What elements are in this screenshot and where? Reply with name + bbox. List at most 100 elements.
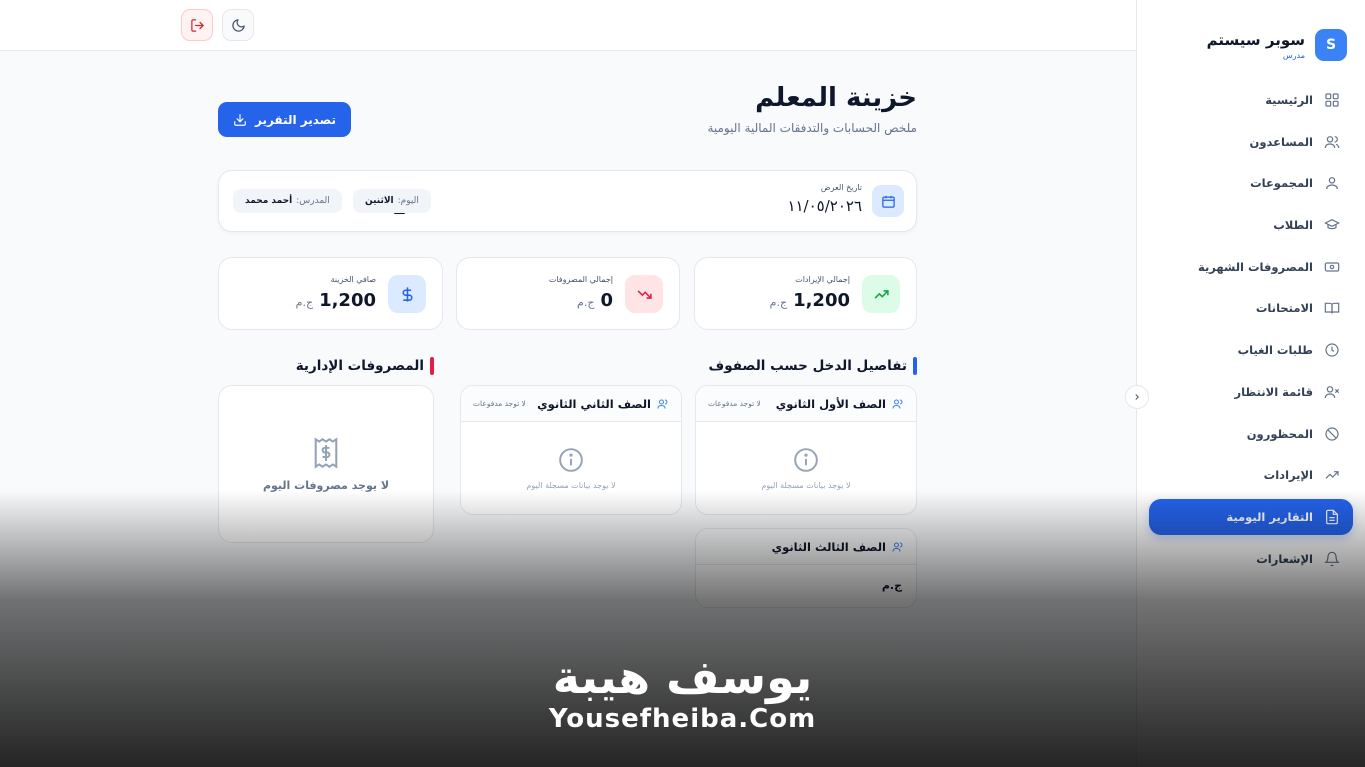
sidebar-item-label: المصروفات الشهرية xyxy=(1197,259,1313,274)
stat-currency: ج.م xyxy=(577,296,595,309)
date-input[interactable]: ١١/٠٥/٢٠٢٦ xyxy=(787,197,862,215)
group-total-currency: ج.م xyxy=(881,579,902,592)
stat-label: إجمالي المصروفات xyxy=(548,275,613,284)
trending-up-icon xyxy=(1323,466,1341,484)
user-x-icon xyxy=(1323,383,1341,401)
trending-up-icon xyxy=(862,275,900,313)
teacher-label: المدرس: xyxy=(296,196,330,206)
graduation-cap-icon xyxy=(1323,216,1341,234)
teacher-chip: المدرس: أحمد محمد xyxy=(233,189,342,213)
brand-name: سوبر سيستم xyxy=(1206,30,1305,49)
logout-button[interactable] xyxy=(181,9,213,41)
sidebar-item-label: الإيرادات xyxy=(1263,468,1313,483)
grid-icon xyxy=(1323,91,1341,109)
trending-down-icon xyxy=(625,275,663,313)
export-report-button[interactable]: تصدير التقرير xyxy=(218,102,351,137)
day-label: اليوم: xyxy=(397,196,419,206)
day-value: الاثنين xyxy=(365,196,394,206)
day-chip: اليوم: الاثنين xyxy=(353,189,431,213)
sidebar-item-banned[interactable]: المحظورون xyxy=(1149,416,1353,452)
teacher-value: أحمد محمد xyxy=(245,196,293,206)
sidebar-item-label: الطلاب xyxy=(1273,218,1313,233)
dollar-icon xyxy=(388,275,426,313)
brand: S سوبر سيستم مدرس xyxy=(1137,0,1365,72)
page-subtitle: ملخص الحسابات والتدفقات المالية اليومية xyxy=(707,121,917,135)
stat-currency: ج.م xyxy=(295,296,314,309)
sidebar-item-home[interactable]: الرئيسية xyxy=(1149,82,1353,118)
empty-message: لا يوجد بيانات مسجلة اليوم xyxy=(761,480,851,490)
group-name: الصف الأول الثانوي xyxy=(775,396,886,411)
stat-currency: ج.م xyxy=(769,296,788,309)
stat-value: 1,200 xyxy=(319,290,376,311)
chevron-right-icon xyxy=(1135,394,1139,400)
users-icon xyxy=(892,541,904,553)
book-open-icon xyxy=(1323,299,1341,317)
sidebar-item-assistants[interactable]: المساعدون xyxy=(1149,124,1353,160)
group-status: لا توجد مدفوعات xyxy=(473,399,526,408)
sidebar-item-label: طلبات الغياب xyxy=(1237,343,1313,358)
brand-logo: S xyxy=(1315,29,1347,61)
clock-icon xyxy=(1323,341,1341,359)
income-section-title: تفاصيل الدخل حسب الصفوف xyxy=(709,357,917,375)
info-icon xyxy=(794,447,818,472)
logout-icon xyxy=(190,18,204,32)
expenses-empty-card: لا يوجد مصروفات اليوم xyxy=(218,385,434,543)
sidebar-item-label: التقارير اليومية xyxy=(1226,509,1313,524)
bell-icon xyxy=(1323,550,1341,568)
sidebar-nav: الرئيسية المساعدون المجموعات الطلاب المص… xyxy=(1137,82,1365,577)
stat-label: إجمالي الإيرادات xyxy=(795,275,850,284)
stat-total-revenue: إجمالي الإيرادات 1,200 ج.م xyxy=(694,257,917,330)
sidebar-item-groups[interactable]: المجموعات xyxy=(1149,165,1353,201)
watermark-english: Yousefheiba.Com xyxy=(548,704,817,734)
calendar-icon xyxy=(872,185,904,217)
sidebar-collapse-button[interactable] xyxy=(1125,385,1149,409)
stats-row: إجمالي الإيرادات 1,200 ج.م إجمالي المصروف… xyxy=(218,257,917,330)
empty-message: لا يوجد بيانات مسجلة اليوم xyxy=(526,480,616,490)
stat-value: 0 xyxy=(600,290,613,311)
ban-icon xyxy=(1323,425,1341,443)
moon-icon xyxy=(231,18,245,32)
sidebar-item-label: المساعدون xyxy=(1249,134,1313,149)
group-card-second-secondary: الصف الثاني الثانوي لا توجد مدفوعات لا ي… xyxy=(460,385,682,515)
sidebar-item-daily-reports[interactable]: التقارير اليومية xyxy=(1149,498,1353,535)
stat-net-treasury: صافي الخزينة 1,200 ج.م xyxy=(218,257,443,330)
info-icon xyxy=(559,447,583,472)
top-bar xyxy=(0,0,1136,51)
watermark-arabic: يوسف هيبة xyxy=(552,650,813,704)
sidebar-item-label: المجموعات xyxy=(1250,176,1313,191)
download-icon xyxy=(234,113,246,126)
section-title-text: المصروفات الإدارية xyxy=(295,358,424,374)
sidebar-item-notifications[interactable]: الإشعارات xyxy=(1149,541,1353,577)
sidebar-item-exams[interactable]: الامتحانات xyxy=(1149,290,1353,326)
users-icon xyxy=(657,398,669,410)
sidebar-item-label: الرئيسية xyxy=(1265,93,1313,107)
sidebar-item-label: الإشعارات xyxy=(1256,551,1313,566)
sidebar-item-monthly-fees[interactable]: المصروفات الشهرية xyxy=(1149,249,1353,285)
theme-toggle-button[interactable] xyxy=(222,9,254,41)
group-card-third-secondary: الصف الثالث الثانوي ج.م xyxy=(695,528,917,608)
banknote-icon xyxy=(1323,258,1341,276)
stat-label: صافي الخزينة xyxy=(330,275,376,284)
file-text-icon xyxy=(1323,508,1341,526)
user-group-icon xyxy=(1323,174,1341,192)
sidebar-item-revenue[interactable]: الإيرادات xyxy=(1149,457,1353,493)
brand-role: مدرس xyxy=(1282,50,1305,60)
receipt-icon xyxy=(314,436,338,469)
section-accent-bar xyxy=(430,357,434,375)
date-label: تاريخ العرض xyxy=(820,183,862,192)
users-icon xyxy=(892,398,904,410)
group-card-first-secondary: الصف الأول الثانوي لا توجد مدفوعات لا يو… xyxy=(695,385,917,515)
date-filter-card: تاريخ العرض ١١/٠٥/٢٠٢٦ اليوم: الاثنين ال… xyxy=(218,170,917,232)
group-status: لا توجد مدفوعات xyxy=(708,399,761,408)
export-label: تصدير التقرير xyxy=(255,112,336,127)
group-name: الصف الثاني الثانوي xyxy=(537,396,651,411)
sidebar-item-waiting-list[interactable]: قائمة الانتظار xyxy=(1149,374,1353,410)
page-title: خزينة المعلم xyxy=(755,83,917,113)
sidebar-item-absence-requests[interactable]: طلبات الغياب xyxy=(1149,332,1353,368)
section-accent-bar xyxy=(913,357,917,375)
users-icon xyxy=(1323,133,1341,151)
section-title-text: تفاصيل الدخل حسب الصفوف xyxy=(708,358,907,374)
sidebar-item-students[interactable]: الطلاب xyxy=(1149,207,1353,243)
sidebar-item-label: الامتحانات xyxy=(1255,301,1313,316)
sidebar-item-label: المحظورون xyxy=(1246,426,1313,441)
